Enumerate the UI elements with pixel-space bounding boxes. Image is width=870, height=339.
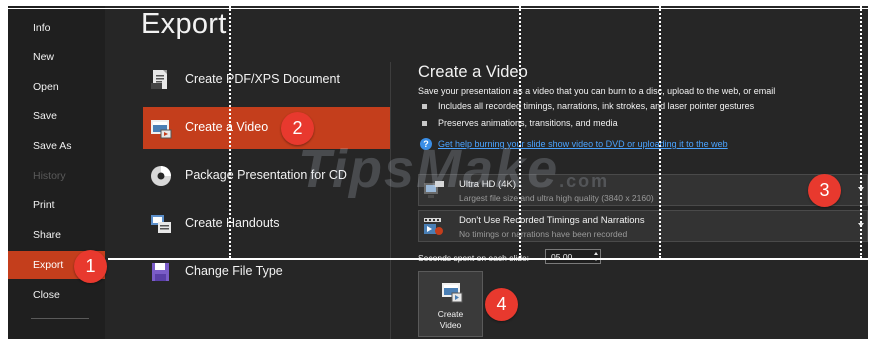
nav-divider	[31, 318, 89, 319]
option-label: Create Handouts	[185, 216, 280, 230]
nav-item-new[interactable]: New	[8, 43, 105, 71]
nav-item-info[interactable]: Info	[8, 14, 105, 42]
callout-badge: 2	[281, 112, 314, 145]
bullet-item: Includes all recorded timings, narration…	[422, 101, 754, 111]
watermark-suffix: .com	[559, 171, 610, 191]
create-video-label: Create Video	[437, 309, 464, 330]
guide-line	[108, 258, 868, 260]
seconds-spinner[interactable]: 05.00	[545, 249, 601, 264]
create-video-button[interactable]: Create Video	[418, 271, 483, 337]
timings-dropdown[interactable]: Don't Use Recorded Timings and Narration…	[418, 210, 868, 242]
panel-divider	[390, 62, 391, 339]
timings-subtitle: No timings or narrations have been recor…	[459, 229, 628, 239]
nav-item-close[interactable]: Close	[8, 281, 105, 309]
watermark: TipsMake.com	[298, 138, 609, 200]
nav-item-history: History	[33, 170, 66, 182]
nav-item-share[interactable]: Share	[8, 221, 105, 249]
backstage-nav: Info New Open Save Save As History Print…	[8, 6, 105, 339]
guide-line	[229, 6, 231, 258]
option-create-handouts[interactable]: Create Handouts	[143, 203, 390, 245]
panel-description: Save your presentation as a video that y…	[418, 86, 776, 96]
nav-item-print[interactable]: Print	[8, 191, 105, 219]
nav-item-save-as[interactable]: Save As	[8, 132, 105, 160]
bullet-text: Includes all recorded timings, narration…	[438, 101, 755, 111]
guide-line	[860, 6, 862, 258]
cd-icon	[149, 164, 173, 188]
file-type-icon	[149, 260, 173, 284]
callout-badge: 4	[485, 288, 518, 321]
timings-title: Don't Use Recorded Timings and Narration…	[459, 215, 645, 226]
narration-icon	[423, 215, 445, 237]
guide-line	[659, 6, 661, 258]
bullet-icon	[422, 121, 427, 127]
video-icon	[440, 280, 464, 304]
nav-item-open[interactable]: Open	[8, 73, 105, 101]
backstage-window: Info New Open Save Save As History Print…	[8, 6, 868, 339]
option-label: Create PDF/XPS Document	[185, 72, 340, 86]
guide-line	[8, 8, 868, 9]
guide-line	[519, 6, 521, 258]
bullet-text: Preserves animations, transitions, and m…	[438, 118, 618, 128]
page-title: Export	[141, 8, 227, 40]
option-label: Change File Type	[185, 264, 283, 278]
nav-item-save[interactable]: Save	[8, 102, 105, 130]
option-create-pdf[interactable]: Create PDF/XPS Document	[143, 59, 390, 101]
spin-up-icon[interactable]	[594, 252, 598, 255]
handouts-icon	[149, 212, 173, 236]
option-label: Create a Video	[185, 120, 269, 134]
bullet-icon	[422, 104, 427, 110]
callout-badge: 1	[74, 250, 107, 283]
seconds-value[interactable]: 05.00	[551, 252, 572, 262]
pdf-document-icon	[149, 68, 173, 92]
panel-title: Create a Video	[418, 63, 528, 81]
video-icon	[149, 116, 173, 140]
callout-badge: 3	[808, 174, 841, 207]
